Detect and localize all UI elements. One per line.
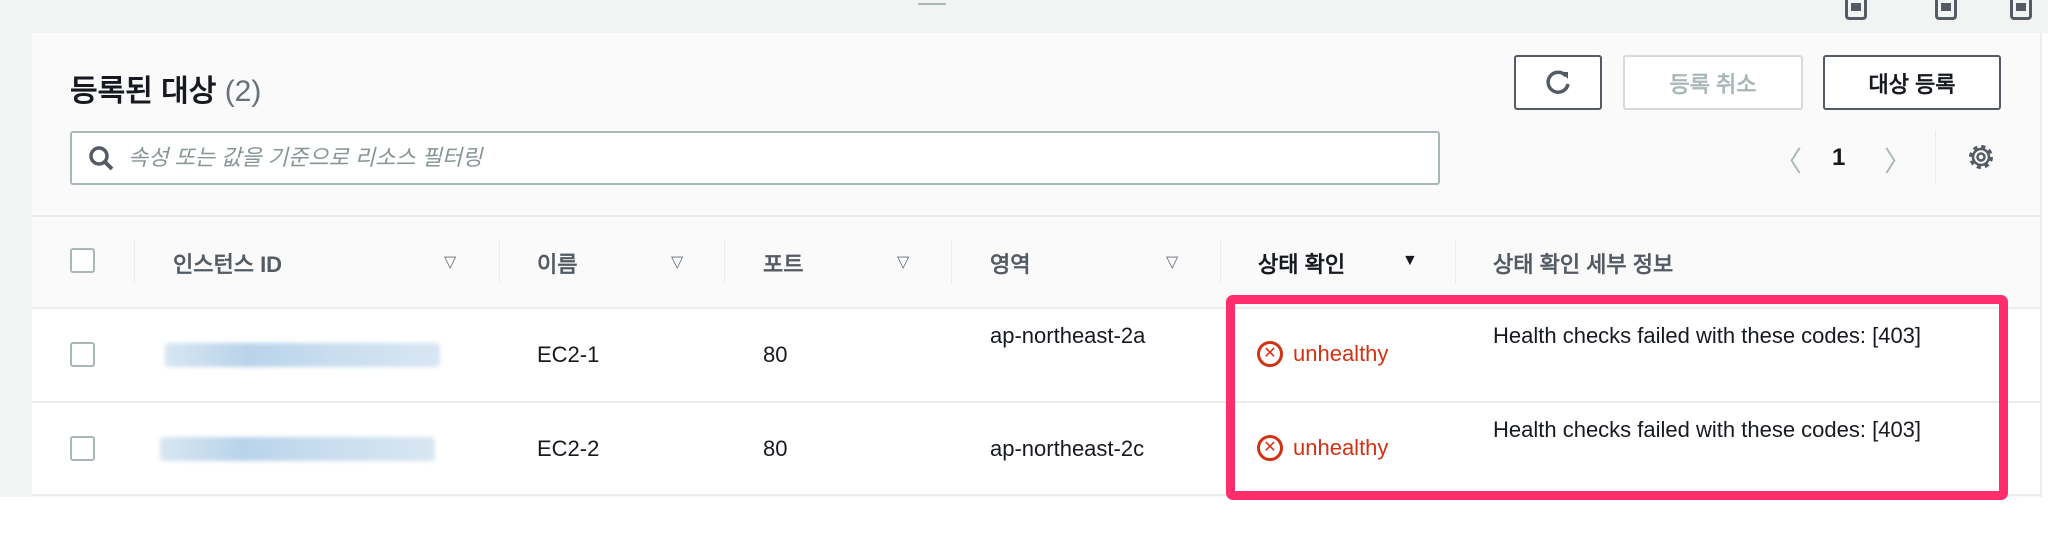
search-icon [89, 146, 114, 171]
gear-icon [1969, 145, 1993, 169]
page-footer-area [0, 497, 2048, 539]
port: 80 [763, 436, 788, 461]
column-divider[interactable] [1220, 240, 1221, 284]
row-checkbox[interactable] [70, 342, 95, 367]
column-divider[interactable] [1455, 240, 1456, 284]
instance-id-redacted[interactable] [165, 343, 440, 367]
column-divider[interactable] [724, 240, 725, 284]
page-title: 등록된 대상 (2) [70, 66, 261, 110]
current-page[interactable]: 1 [1832, 144, 1845, 172]
column-header-port[interactable]: 포트 [763, 247, 803, 279]
filter-triangle-icon[interactable]: ▽ [671, 252, 683, 272]
refresh-icon [1546, 70, 1570, 94]
instance-id-redacted[interactable] [160, 437, 435, 461]
refresh-button[interactable] [1514, 55, 1602, 110]
zone: ap-northeast-2c [990, 436, 1145, 461]
select-all-checkbox[interactable] [70, 248, 95, 273]
window-drag-handle [918, 3, 946, 5]
column-header-health-details[interactable]: 상태 확인 세부 정보 [1493, 247, 1673, 279]
instance-name: EC2-2 [537, 436, 600, 461]
instance-name: EC2-1 [537, 342, 600, 367]
next-page-button[interactable]: 〉 [1884, 140, 1912, 180]
column-header-zone[interactable]: 영역 [990, 247, 1030, 279]
port: 80 [763, 342, 788, 367]
filter-triangle-icon[interactable]: ▽ [897, 252, 909, 272]
highlight-annotation-box [1226, 295, 2008, 500]
column-header-instance-id[interactable]: 인스턴스 ID [173, 247, 282, 279]
layout-icon[interactable] [2010, 0, 2032, 20]
divider [1935, 130, 1936, 185]
deregister-button[interactable]: 등록 취소 [1623, 55, 1803, 110]
filter-search-box[interactable] [70, 131, 1440, 185]
column-divider[interactable] [951, 240, 952, 284]
sort-descending-icon[interactable]: ▼ [1402, 252, 1418, 270]
zone: ap-northeast-2a [990, 323, 1146, 348]
column-divider[interactable] [134, 240, 135, 284]
filter-triangle-icon[interactable]: ▽ [1166, 252, 1178, 272]
column-header-name[interactable]: 이름 [537, 247, 577, 279]
title-text: 등록된 대상 [70, 75, 217, 108]
column-divider[interactable] [499, 240, 500, 284]
filter-triangle-icon[interactable]: ▽ [444, 252, 456, 272]
layout-icon[interactable] [1935, 0, 1957, 20]
filter-input[interactable] [128, 145, 1328, 171]
settings-button[interactable] [1966, 142, 1996, 177]
row-checkbox[interactable] [70, 436, 95, 461]
register-targets-button[interactable]: 대상 등록 [1823, 55, 2001, 110]
scrollbar[interactable] [2040, 33, 2048, 503]
target-count: (2) [224, 75, 262, 108]
layout-icon[interactable] [1845, 0, 1867, 20]
column-header-health-status[interactable]: 상태 확인 [1258, 247, 1345, 279]
divider [32, 215, 2040, 217]
previous-page-button[interactable]: 〈 [1774, 140, 1802, 180]
